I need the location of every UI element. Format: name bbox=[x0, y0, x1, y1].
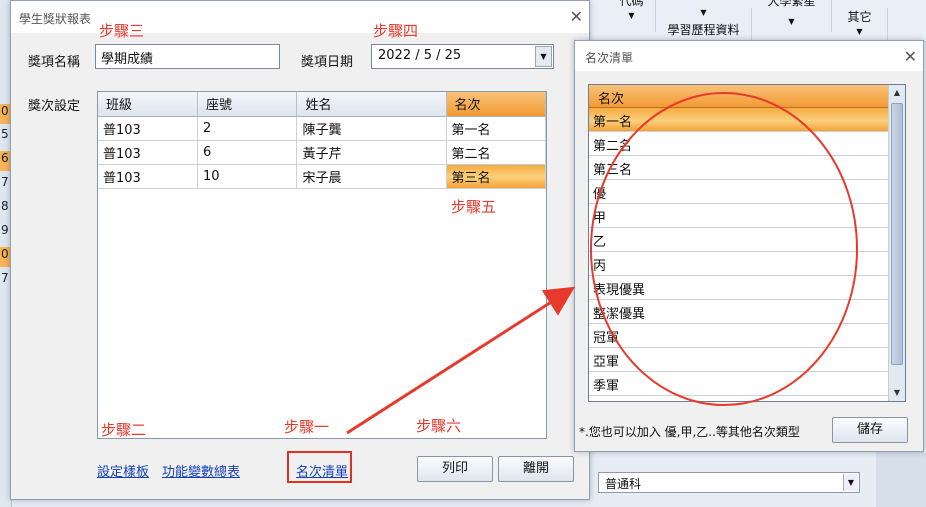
annotation-arrow bbox=[346, 286, 576, 435]
annotation-overlay bbox=[346, 92, 858, 435]
highlight-ellipse bbox=[590, 92, 858, 406]
